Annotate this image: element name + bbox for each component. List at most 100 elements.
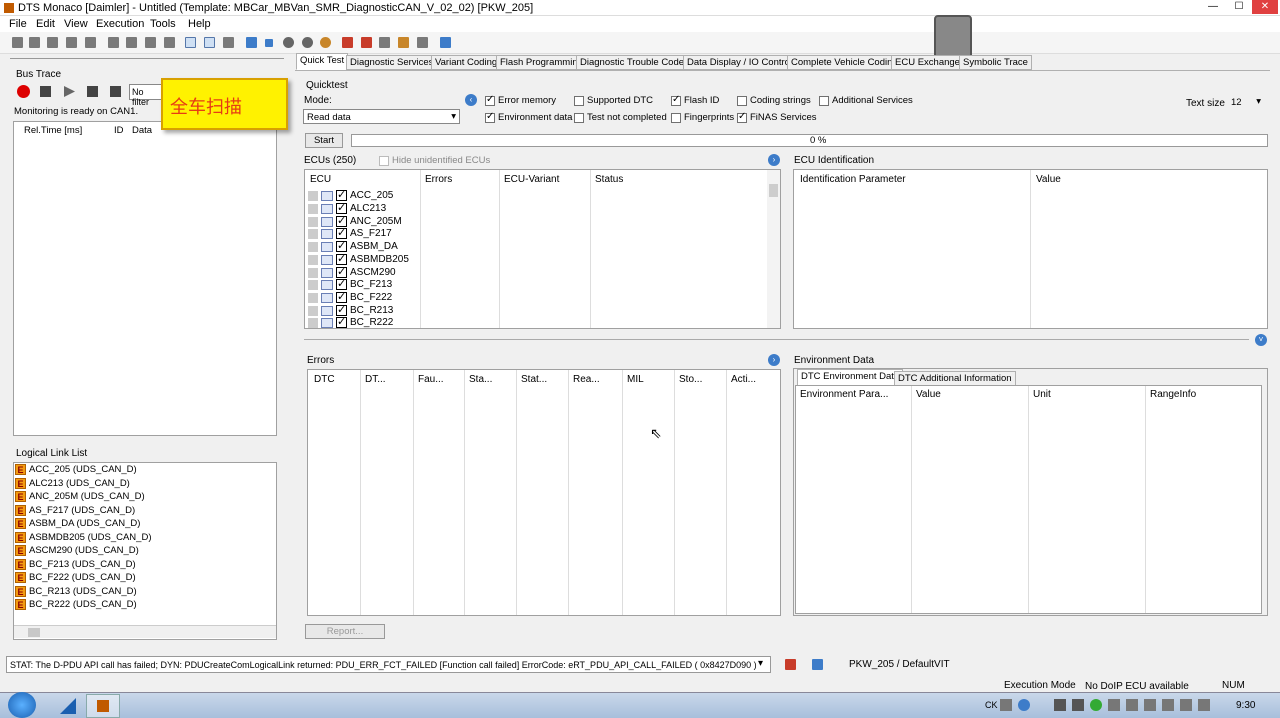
col-mil[interactable]: MIL (627, 374, 644, 385)
ecu-row[interactable]: BC_F213 (308, 277, 392, 292)
menu-execution[interactable]: Execution (96, 18, 144, 30)
checkbox[interactable] (671, 112, 681, 123)
list-item[interactable]: E ASBM_DA (UDS_CAN_D) (15, 518, 140, 531)
option-additional-services[interactable]: Additional Services (819, 95, 913, 106)
col-errors[interactable]: Errors (425, 174, 452, 185)
login-icon[interactable] (812, 659, 823, 670)
ecu-checkbox[interactable] (336, 277, 347, 290)
menu-edit[interactable]: Edit (36, 18, 55, 30)
vertical-scrollbar[interactable] (767, 170, 780, 328)
settings-icon[interactable] (320, 37, 331, 48)
connect-icon[interactable] (246, 37, 257, 48)
module-icon[interactable] (398, 37, 409, 48)
splitter[interactable] (10, 58, 284, 61)
ecu-checkbox[interactable] (336, 239, 347, 252)
ecu-row[interactable]: ACC_205 (308, 188, 393, 203)
keyboard-icon[interactable] (1000, 699, 1012, 711)
col-status-1[interactable]: Sta... (469, 374, 492, 385)
ecu-row[interactable]: ALC213 (308, 201, 386, 216)
tab-quick-test[interactable]: Quick Test (296, 53, 349, 70)
delete-icon[interactable] (164, 37, 175, 48)
tab-variant-coding[interactable]: Variant Coding (431, 55, 502, 70)
list-item[interactable]: E BC_F213 (UDS_CAN_D) (15, 559, 136, 572)
status-message-field[interactable]: STAT: The D-PDU API call has failed; DYN… (6, 656, 771, 673)
reload-icon[interactable] (66, 37, 77, 48)
layout-2-icon[interactable] (204, 37, 215, 48)
list-item[interactable]: E AS_F217 (UDS_CAN_D) (15, 505, 135, 518)
trace-icon[interactable] (417, 37, 428, 48)
tab-data-display[interactable]: Data Display / IO Control (683, 55, 797, 70)
volume-icon[interactable] (1198, 699, 1210, 711)
scroll-thumb[interactable] (28, 628, 40, 637)
option-finas-services[interactable]: FiNAS Services (737, 111, 817, 123)
list-item[interactable]: E ASBMDB205 (UDS_CAN_D) (15, 532, 151, 545)
ecu-row[interactable]: BC_F222 (308, 290, 392, 305)
tab-complete-vehicle-coding[interactable]: Complete Vehicle Coding (787, 55, 902, 70)
paste-icon[interactable] (145, 37, 156, 48)
option-coding-strings[interactable]: Coding strings (737, 95, 811, 106)
expand-right-icon[interactable]: › (768, 354, 780, 366)
option-flash-id[interactable]: Flash ID (671, 94, 719, 106)
checkbox[interactable] (819, 95, 829, 106)
ecu-checkbox[interactable] (336, 290, 347, 303)
col-ecu-variant[interactable]: ECU-Variant (504, 174, 559, 185)
col-storage[interactable]: Sto... (679, 374, 702, 385)
checkbox[interactable] (671, 94, 681, 106)
option-environment-data[interactable]: Environment data (485, 111, 572, 123)
clear-icon[interactable] (40, 86, 51, 97)
monitor-icon[interactable] (379, 37, 390, 48)
tray-icon[interactable] (1054, 699, 1066, 711)
option-test-not-completed[interactable]: Test not completed (574, 112, 667, 123)
col-identification-parameter[interactable]: Identification Parameter (800, 174, 906, 185)
mode-select[interactable]: Read data ▾ (303, 109, 460, 124)
ecu-checkbox[interactable] (336, 226, 347, 239)
pause-icon[interactable] (87, 86, 98, 97)
col-rel-time[interactable]: Rel.Time [ms] (24, 125, 82, 136)
col-environment-parameter[interactable]: Environment Para... (800, 389, 888, 400)
ecu-row[interactable]: AS_F217 (308, 226, 392, 241)
col-reason[interactable]: Rea... (573, 374, 600, 385)
stop-icon[interactable] (110, 86, 121, 97)
save-icon[interactable] (85, 37, 96, 48)
copy-icon[interactable] (126, 37, 137, 48)
ecu-checkbox[interactable] (336, 188, 347, 201)
help-icon[interactable] (1018, 699, 1030, 711)
scroll-thumb[interactable] (769, 184, 778, 197)
record-icon[interactable] (17, 85, 30, 98)
option-fingerprints[interactable]: Fingerprints (671, 112, 734, 123)
open-template-icon[interactable] (47, 37, 58, 48)
ecu-checkbox[interactable] (336, 317, 347, 328)
report-button[interactable]: Report... (305, 624, 385, 639)
minimize-button[interactable]: — (1200, 0, 1226, 14)
col-unit[interactable]: Unit (1033, 389, 1051, 400)
col-id[interactable]: ID (114, 125, 124, 136)
list-item[interactable]: E BC_F222 (UDS_CAN_D) (15, 572, 136, 585)
ecu-checkbox[interactable] (336, 252, 347, 265)
menu-help[interactable]: Help (188, 18, 211, 30)
list-item[interactable]: E ASCM290 (UDS_CAN_D) (15, 545, 139, 558)
col-value[interactable]: Value (916, 389, 941, 400)
flash-icon[interactable] (361, 37, 372, 48)
tab-dtc[interactable]: Diagnostic Trouble Codes (576, 55, 693, 70)
checkbox[interactable] (737, 111, 747, 123)
start-button[interactable]: Start (305, 133, 343, 148)
tray-icon[interactable] (1090, 699, 1102, 711)
collapse-left-icon[interactable]: ‹ (465, 94, 477, 106)
col-range-info[interactable]: RangeInfo (1150, 389, 1196, 400)
new-icon[interactable] (12, 37, 23, 48)
tray-icon[interactable] (1072, 699, 1084, 711)
checkbox[interactable] (379, 155, 389, 166)
option-supported-dtc[interactable]: Supported DTC (574, 95, 653, 106)
tab-flash-programming[interactable]: Flash Programming (496, 55, 587, 70)
tab-diagnostic-services[interactable]: Diagnostic Services (346, 55, 438, 70)
col-fault[interactable]: Fau... (418, 374, 444, 385)
ecu-row[interactable]: ASBMDB205 (308, 252, 409, 267)
menu-tools[interactable]: Tools (150, 18, 176, 30)
tab-ecu-exchange[interactable]: ECU Exchange (891, 55, 964, 70)
taskbar-monaco-button[interactable] (86, 694, 120, 718)
clock[interactable]: 9:30 (1236, 700, 1255, 711)
ecu-checkbox[interactable] (336, 201, 347, 214)
col-value[interactable]: Value (1036, 174, 1061, 185)
expand-right-icon[interactable]: › (768, 154, 780, 166)
list-item[interactable]: E ACC_205 (UDS_CAN_D) (15, 464, 137, 477)
